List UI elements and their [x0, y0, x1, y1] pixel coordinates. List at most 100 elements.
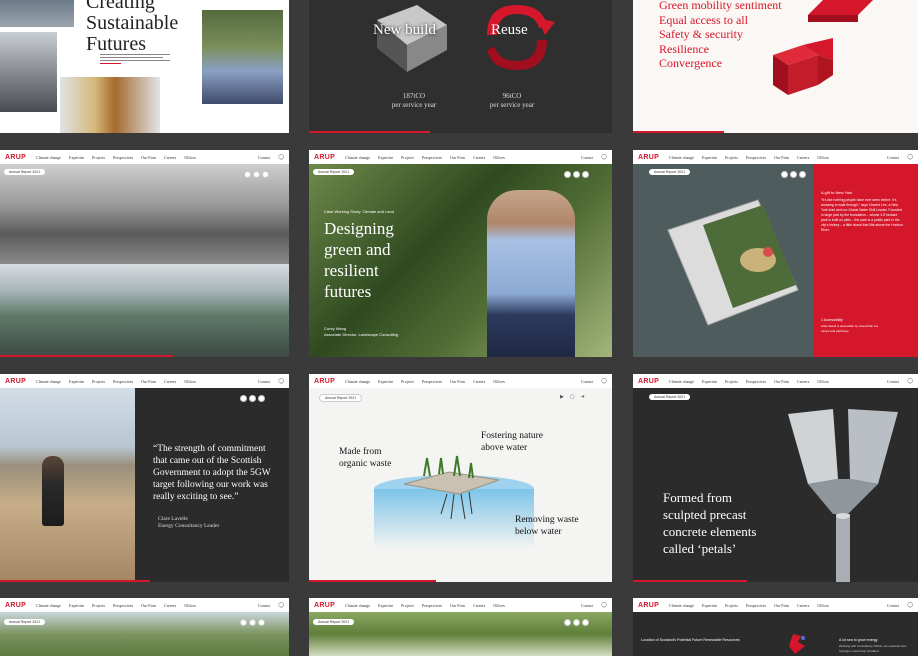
- arup-logo[interactable]: ARUP: [638, 154, 659, 161]
- share-icon[interactable]: [790, 171, 797, 178]
- nav-expertise[interactable]: Expertise: [378, 603, 393, 608]
- share-icon[interactable]: [564, 171, 571, 178]
- share-icon[interactable]: [781, 171, 788, 178]
- nav-climate-change[interactable]: Climate change: [345, 603, 370, 608]
- arup-logo[interactable]: ARUP: [314, 154, 335, 161]
- nav-careers[interactable]: Careers: [473, 379, 485, 384]
- nav-our-firm[interactable]: Our Firm: [774, 603, 789, 608]
- nav-offices[interactable]: Offices: [493, 155, 505, 160]
- nav-contact[interactable]: Contact: [258, 603, 270, 608]
- nav-our-firm[interactable]: Our Firm: [141, 155, 156, 160]
- nav-offices[interactable]: Offices: [493, 603, 505, 608]
- tile-designing-futures[interactable]: ARUP Climate change Expertise Projects P…: [309, 150, 612, 357]
- nav-expertise[interactable]: Expertise: [702, 603, 717, 608]
- nav-perspectives[interactable]: Perspectives: [422, 379, 442, 384]
- nav-contact[interactable]: Contact: [887, 379, 899, 384]
- annual-report-badge[interactable]: Annual Report 2021: [649, 394, 691, 400]
- nav-offices[interactable]: Offices: [817, 603, 829, 608]
- nav-contact[interactable]: Contact: [258, 379, 270, 384]
- arup-logo[interactable]: ARUP: [5, 602, 26, 609]
- nav-contact[interactable]: Contact: [887, 155, 899, 160]
- nav-climate-change[interactable]: Climate change: [669, 379, 694, 384]
- tile-new-build-vs-reuse[interactable]: New build Reuse 187tCO per service year …: [309, 0, 612, 133]
- nav-perspectives[interactable]: Perspectives: [422, 603, 442, 608]
- nav-perspectives[interactable]: Perspectives: [746, 379, 766, 384]
- nav-offices[interactable]: Offices: [184, 379, 196, 384]
- nav-climate-change[interactable]: Climate change: [669, 155, 694, 160]
- nav-perspectives[interactable]: Perspectives: [113, 379, 133, 384]
- nav-offices[interactable]: Offices: [817, 379, 829, 384]
- arup-logo[interactable]: ARUP: [638, 602, 659, 609]
- arup-logo[interactable]: ARUP: [638, 378, 659, 385]
- share-icon[interactable]: [258, 395, 265, 402]
- nav-expertise[interactable]: Expertise: [378, 155, 393, 160]
- share-icon[interactable]: [262, 171, 269, 178]
- chat-icon[interactable]: ◯: [278, 378, 284, 384]
- nav-expertise[interactable]: Expertise: [702, 379, 717, 384]
- nav-projects[interactable]: Projects: [401, 603, 414, 608]
- annual-report-badge[interactable]: Annual Report 2021: [313, 169, 355, 175]
- nav-expertise[interactable]: Expertise: [69, 379, 84, 384]
- nav-climate-change[interactable]: Climate change: [36, 603, 61, 608]
- nav-projects[interactable]: Projects: [92, 155, 105, 160]
- annual-report-badge[interactable]: Annual Report 2021: [313, 619, 355, 625]
- tile-trees-photo[interactable]: ARUP Climate change Expertise Projects P…: [0, 598, 289, 656]
- arup-logo[interactable]: ARUP: [314, 602, 335, 609]
- tile-petals[interactable]: ARUP Climate change Expertise Projects P…: [633, 374, 918, 582]
- nav-projects[interactable]: Projects: [401, 379, 414, 384]
- share-icon[interactable]: [582, 171, 589, 178]
- nav-careers[interactable]: Careers: [164, 155, 176, 160]
- nav-expertise[interactable]: Expertise: [69, 603, 84, 608]
- chat-icon[interactable]: ◯: [278, 602, 284, 608]
- nav-contact[interactable]: Contact: [581, 603, 593, 608]
- nav-careers[interactable]: Careers: [797, 155, 809, 160]
- tile-pier-photos[interactable]: ARUP Climate change Expertise Projects P…: [0, 150, 289, 357]
- tile-creating-sustainable-futures[interactable]: Creating Sustainable Futures: [0, 0, 289, 133]
- tile-scotland-map[interactable]: ARUP Climate change Expertise Projects P…: [633, 598, 918, 656]
- nav-contact[interactable]: Contact: [887, 603, 899, 608]
- nav-projects[interactable]: Projects: [401, 155, 414, 160]
- nav-perspectives[interactable]: Perspectives: [746, 603, 766, 608]
- nav-offices[interactable]: Offices: [493, 379, 505, 384]
- tile-organic-waste[interactable]: ARUP Climate change Expertise Projects P…: [309, 374, 612, 582]
- nav-projects[interactable]: Projects: [92, 379, 105, 384]
- nav-our-firm[interactable]: Our Firm: [141, 379, 156, 384]
- chat-icon[interactable]: ◯: [601, 378, 607, 384]
- share-icon[interactable]: [249, 619, 256, 626]
- nav-contact[interactable]: Contact: [581, 155, 593, 160]
- nav-perspectives[interactable]: Perspectives: [113, 155, 133, 160]
- tile-garden-photo[interactable]: ARUP Climate change Expertise Projects P…: [309, 598, 612, 656]
- nav-our-firm[interactable]: Our Firm: [774, 379, 789, 384]
- share-icon[interactable]: [249, 395, 256, 402]
- nav-climate-change[interactable]: Climate change: [669, 603, 694, 608]
- annual-report-badge[interactable]: Annual Report 2021: [4, 169, 46, 175]
- nav-careers[interactable]: Careers: [164, 379, 176, 384]
- tile-green-mobility[interactable]: Green mobility sentiment Equal access to…: [633, 0, 918, 133]
- share-icon[interactable]: [573, 619, 580, 626]
- nav-careers[interactable]: Careers: [797, 379, 809, 384]
- nav-climate-change[interactable]: Climate change: [36, 155, 61, 160]
- nav-expertise[interactable]: Expertise: [702, 155, 717, 160]
- nav-careers[interactable]: Careers: [797, 603, 809, 608]
- chat-icon[interactable]: ◯: [907, 602, 913, 608]
- share-icon[interactable]: [244, 171, 251, 178]
- tile-gift-to-new-york[interactable]: ARUP Climate change Expertise Projects P…: [633, 150, 918, 357]
- share-icon[interactable]: [799, 171, 806, 178]
- annual-report-badge[interactable]: Annual Report 2021: [319, 394, 363, 402]
- arup-logo[interactable]: ARUP: [5, 154, 26, 161]
- nav-perspectives[interactable]: Perspectives: [113, 603, 133, 608]
- arup-logo[interactable]: ARUP: [5, 378, 26, 385]
- share-icon[interactable]: [240, 619, 247, 626]
- nav-contact[interactable]: Contact: [258, 155, 270, 160]
- nav-projects[interactable]: Projects: [92, 603, 105, 608]
- annual-report-badge[interactable]: Annual Report 2021: [4, 619, 46, 625]
- nav-our-firm[interactable]: Our Firm: [450, 379, 465, 384]
- nav-expertise[interactable]: Expertise: [378, 379, 393, 384]
- nav-careers[interactable]: Careers: [473, 603, 485, 608]
- nav-perspectives[interactable]: Perspectives: [422, 155, 442, 160]
- share-icon[interactable]: [258, 619, 265, 626]
- nav-climate-change[interactable]: Climate change: [36, 379, 61, 384]
- share-icon[interactable]: [564, 619, 571, 626]
- chat-icon[interactable]: ◯: [278, 154, 284, 160]
- chat-icon[interactable]: ◯: [907, 378, 913, 384]
